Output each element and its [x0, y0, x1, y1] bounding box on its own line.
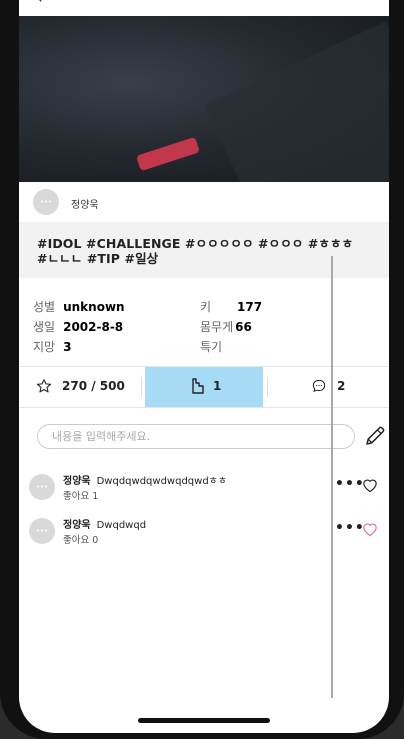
star-icon [36, 379, 52, 393]
birth-row: 생일 2002-8-8 [33, 318, 123, 335]
hashtags: #IDOL #CHALLENGE #ㅇㅇㅇㅇㅇ #ㅇㅇㅇ #ㅎㅎㅎ #ㄴㄴㄴ #… [37, 236, 354, 266]
media-red-strap [136, 136, 200, 172]
home-indicator[interactable] [138, 718, 270, 723]
comment-stat[interactable]: 2 [269, 367, 389, 407]
comment-text: Dwqdwqd [96, 520, 147, 531]
share-stat[interactable]: 1 [145, 367, 263, 407]
gender-row: 성별 unknown [33, 298, 125, 315]
share-icon [192, 378, 204, 394]
aspire-label: 지망 [33, 340, 56, 354]
gender-value: unknown [63, 300, 125, 314]
speech-bubble-icon [312, 379, 326, 392]
comment-body: 정양욱 Dwqdwqd [63, 516, 146, 531]
weight-row: 몸무게 66 [200, 318, 252, 335]
special-row: 특기 [200, 338, 230, 355]
comment-item: ••• 정양욱 Dwqdwqd 좋아요 0 ••• [19, 516, 389, 552]
weight-value: 66 [235, 320, 252, 334]
height-label: 키 [200, 300, 212, 314]
aspire-value: 3 [63, 340, 72, 354]
author-name[interactable]: 정양욱 [71, 196, 99, 211]
scrollbar[interactable] [331, 256, 333, 698]
post-media[interactable] [19, 16, 389, 251]
comment-count: 2 [337, 379, 346, 393]
heart-icon[interactable] [361, 521, 379, 537]
comment-item: ••• 정양욱 Dwqdqwdqwdwqdqwdㅎㅎ 좋아요 1 ••• [19, 472, 389, 508]
comment-author[interactable]: 정양욱 [63, 476, 91, 487]
special-label: 특기 [200, 340, 223, 354]
avatar: ••• [29, 474, 55, 500]
birth-value: 2002-8-8 [63, 320, 124, 334]
star-count: 270 / 500 [62, 379, 125, 393]
avatar: ••• [29, 518, 55, 544]
pencil-icon[interactable] [363, 424, 387, 448]
weight-label: 몸무게 [200, 320, 234, 334]
comment-body: 정양욱 Dwqdqwdqwdwqdqwdㅎㅎ [63, 472, 227, 487]
author-row[interactable]: ••• 정양욱 [19, 182, 389, 222]
birth-label: 생일 [33, 320, 56, 334]
heart-icon[interactable] [361, 477, 379, 493]
height-row: 키 177 [200, 298, 262, 315]
avatar: ••• [33, 189, 59, 215]
back-icon[interactable]: ‹ [37, 0, 43, 7]
stat-divider [267, 377, 268, 397]
stat-divider [141, 377, 142, 397]
top-bar: ‹ [19, 0, 389, 16]
comment-author[interactable]: 정양욱 [63, 520, 91, 531]
aspire-row: 지망 3 [33, 338, 71, 355]
phone-frame: ‹ ••• 정양욱 #IDOL #CHALLENGE #ㅇㅇㅇㅇㅇ #ㅇㅇㅇ #… [0, 0, 404, 739]
hashtags-box: #IDOL #CHALLENGE #ㅇㅇㅇㅇㅇ #ㅇㅇㅇ #ㅎㅎㅎ #ㄴㄴㄴ #… [19, 222, 389, 278]
gender-label: 성별 [33, 300, 56, 314]
comment-input[interactable] [37, 424, 355, 449]
height-value: 177 [237, 300, 263, 314]
star-stat[interactable]: 270 / 500 [19, 367, 145, 407]
share-count: 1 [213, 379, 222, 393]
comment-likes: 좋아요 0 [63, 535, 99, 546]
stats-bar: 270 / 500 1 2 [19, 366, 389, 408]
comment-likes: 좋아요 1 [63, 491, 99, 502]
screen: ‹ ••• 정양욱 #IDOL #CHALLENGE #ㅇㅇㅇㅇㅇ #ㅇㅇㅇ #… [19, 0, 389, 733]
comment-text: Dwqdqwdqwdwqdqwdㅎㅎ [96, 476, 228, 487]
